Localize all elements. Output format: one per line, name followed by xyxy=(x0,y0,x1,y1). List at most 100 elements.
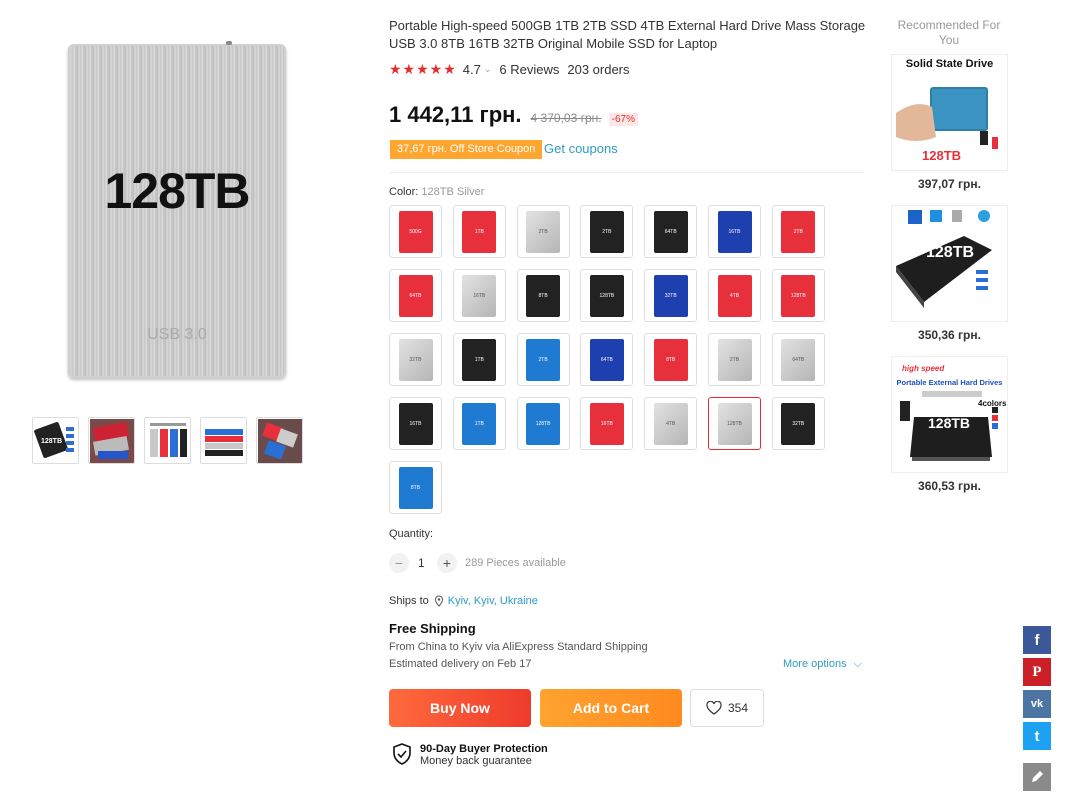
price-row: 1 442,11 грн. 4 370,03 грн. -67% xyxy=(389,102,638,128)
color-swatch[interactable]: 64TB xyxy=(644,205,698,258)
quantity-input[interactable]: 1 xyxy=(418,556,425,570)
main-product-image[interactable]: 128TB USB 3.0 xyxy=(68,41,286,378)
thumbnail-strip: 128TB xyxy=(32,417,303,464)
swatch-label: 128TB xyxy=(781,274,816,317)
rec-2-price[interactable]: 350,36 грн. xyxy=(891,328,1008,342)
rec-3-extra: 4colors xyxy=(978,399,1007,408)
thumbnail-5[interactable] xyxy=(256,417,303,464)
product-title: Portable High-speed 500GB 1TB 2TB SSD 4T… xyxy=(389,18,866,51)
color-swatch[interactable]: 4TB xyxy=(708,269,761,322)
twitter-share-button[interactable]: t xyxy=(1023,722,1051,750)
color-swatch[interactable]: 128TB xyxy=(516,397,570,450)
color-swatch[interactable]: 128TB xyxy=(580,269,634,322)
reviews-link[interactable]: 6 Reviews xyxy=(499,62,559,77)
swatch-label: 32TB xyxy=(653,274,688,317)
discount-badge: -67% xyxy=(608,113,638,126)
color-swatch[interactable]: 16TB xyxy=(452,269,506,322)
color-swatch[interactable]: 2TB xyxy=(516,333,570,386)
ships-to-location-link[interactable]: Kyiv, Kyiv, Ukraine xyxy=(448,595,538,607)
swatch-label: 1TB xyxy=(462,210,497,253)
swatch-label: 64TB xyxy=(653,210,688,253)
rec-3-price[interactable]: 360,53 грн. xyxy=(891,479,1008,493)
available-pieces: 289 Pieces available xyxy=(465,557,566,569)
recommended-item-2[interactable]: 128TB xyxy=(891,205,1008,322)
color-swatch[interactable]: 500G xyxy=(389,205,442,258)
color-swatch[interactable]: 16TB xyxy=(708,205,761,258)
orders-count: 203 orders xyxy=(567,62,630,77)
buyer-protection: 90-Day Buyer Protection Money back guara… xyxy=(392,743,548,767)
add-to-cart-button[interactable]: Add to Cart xyxy=(540,689,682,727)
drive-port xyxy=(226,41,232,45)
recommended-item-3[interactable]: high speed Portable External Hard Drives… xyxy=(891,356,1008,473)
swatch-label: 64TB xyxy=(781,338,816,381)
color-value: 128TB Silver xyxy=(421,186,485,198)
vk-icon: vk xyxy=(1030,698,1044,710)
thumbnail-3[interactable] xyxy=(144,417,191,464)
ships-to-row: Ships to Kyiv, Kyiv, Ukraine xyxy=(389,595,538,607)
color-swatch[interactable]: 64TB xyxy=(389,269,442,322)
main-image-usb-text: USB 3.0 xyxy=(147,326,207,343)
swatch-label: 2TB xyxy=(717,338,752,381)
location-pin-icon xyxy=(434,595,443,607)
color-swatch[interactable]: 128TB xyxy=(708,397,761,450)
swatch-label: 128TB xyxy=(717,402,752,445)
color-swatch[interactable]: 64TB xyxy=(580,333,634,386)
thumbnail-4[interactable] xyxy=(200,417,247,464)
swatch-label: 2TB xyxy=(526,210,561,253)
quantity-increase-button[interactable]: + xyxy=(437,553,457,573)
color-swatch[interactable]: 1TB xyxy=(452,205,506,258)
color-swatch[interactable]: 8TB xyxy=(516,269,570,322)
swatch-label: 2TB xyxy=(526,338,561,381)
color-swatch[interactable]: 8TB xyxy=(644,333,698,386)
rating-value[interactable]: 4.7 xyxy=(463,62,481,77)
free-shipping-title: Free Shipping xyxy=(389,621,476,636)
chevron-down-icon[interactable]: ⌄ xyxy=(484,64,492,75)
original-price: 4 370,03 грн. xyxy=(530,111,602,125)
more-options-link[interactable]: More options ⌵ xyxy=(783,658,862,671)
rating-stars: ★★★★★ xyxy=(389,61,457,77)
color-swatch[interactable]: 32TB xyxy=(389,333,442,386)
color-label-text: Color: xyxy=(389,186,419,198)
swatch-label: 1TB xyxy=(462,402,497,445)
swatch-label: 500G xyxy=(398,210,433,253)
rec-1-price[interactable]: 397,07 грн. xyxy=(891,177,1008,191)
heart-icon xyxy=(706,701,722,715)
color-swatch[interactable]: 1TB xyxy=(452,333,506,386)
feedback-button[interactable] xyxy=(1023,763,1051,791)
color-swatch[interactable]: 16TB xyxy=(580,397,634,450)
quantity-decrease-button[interactable]: − xyxy=(389,553,409,573)
swatch-label: 128TB xyxy=(589,274,624,317)
color-swatch[interactable]: 2TB xyxy=(580,205,634,258)
swatch-label: 8TB xyxy=(398,466,433,509)
color-swatch[interactable]: 16TB xyxy=(389,397,442,450)
color-swatch[interactable]: 64TB xyxy=(771,333,825,386)
pinterest-icon: P xyxy=(1032,663,1042,680)
rec-3-title: high speed xyxy=(902,364,945,373)
color-swatch[interactable]: 32TB xyxy=(644,269,698,322)
color-swatch[interactable]: 2TB xyxy=(708,333,761,386)
quantity-label: Quantity: xyxy=(389,528,434,540)
thumbnail-2[interactable] xyxy=(88,417,135,464)
color-swatch[interactable]: 8TB xyxy=(389,461,442,514)
color-swatch[interactable]: 4TB xyxy=(644,397,698,450)
color-swatch[interactable]: 2TB xyxy=(516,205,570,258)
chevron-down-icon: ⌵ xyxy=(853,658,862,670)
pencil-icon xyxy=(1032,771,1043,782)
shield-check-icon xyxy=(393,743,411,765)
facebook-share-button[interactable]: f xyxy=(1023,626,1051,654)
pinterest-share-button[interactable]: P xyxy=(1023,658,1051,686)
buy-now-button[interactable]: Buy Now xyxy=(389,689,531,727)
color-swatch[interactable]: 32TB xyxy=(771,397,825,450)
color-swatch[interactable]: 2TB xyxy=(771,205,825,258)
wishlist-button[interactable]: 354 xyxy=(690,689,764,727)
protection-subtitle: Money back guarantee xyxy=(420,755,532,767)
color-swatch[interactable]: 1TB xyxy=(452,397,506,450)
recommended-item-1[interactable]: Solid State Drive 128TB xyxy=(891,54,1008,171)
twitter-icon: t xyxy=(1034,727,1040,745)
get-coupons-link[interactable]: Get coupons xyxy=(544,141,618,156)
thumb-1-label: 128TB xyxy=(41,438,62,445)
thumbnail-1[interactable]: 128TB xyxy=(32,417,79,464)
wishlist-count: 354 xyxy=(727,701,749,715)
vk-share-button[interactable]: vk xyxy=(1023,690,1051,718)
color-swatch[interactable]: 128TB xyxy=(771,269,825,322)
